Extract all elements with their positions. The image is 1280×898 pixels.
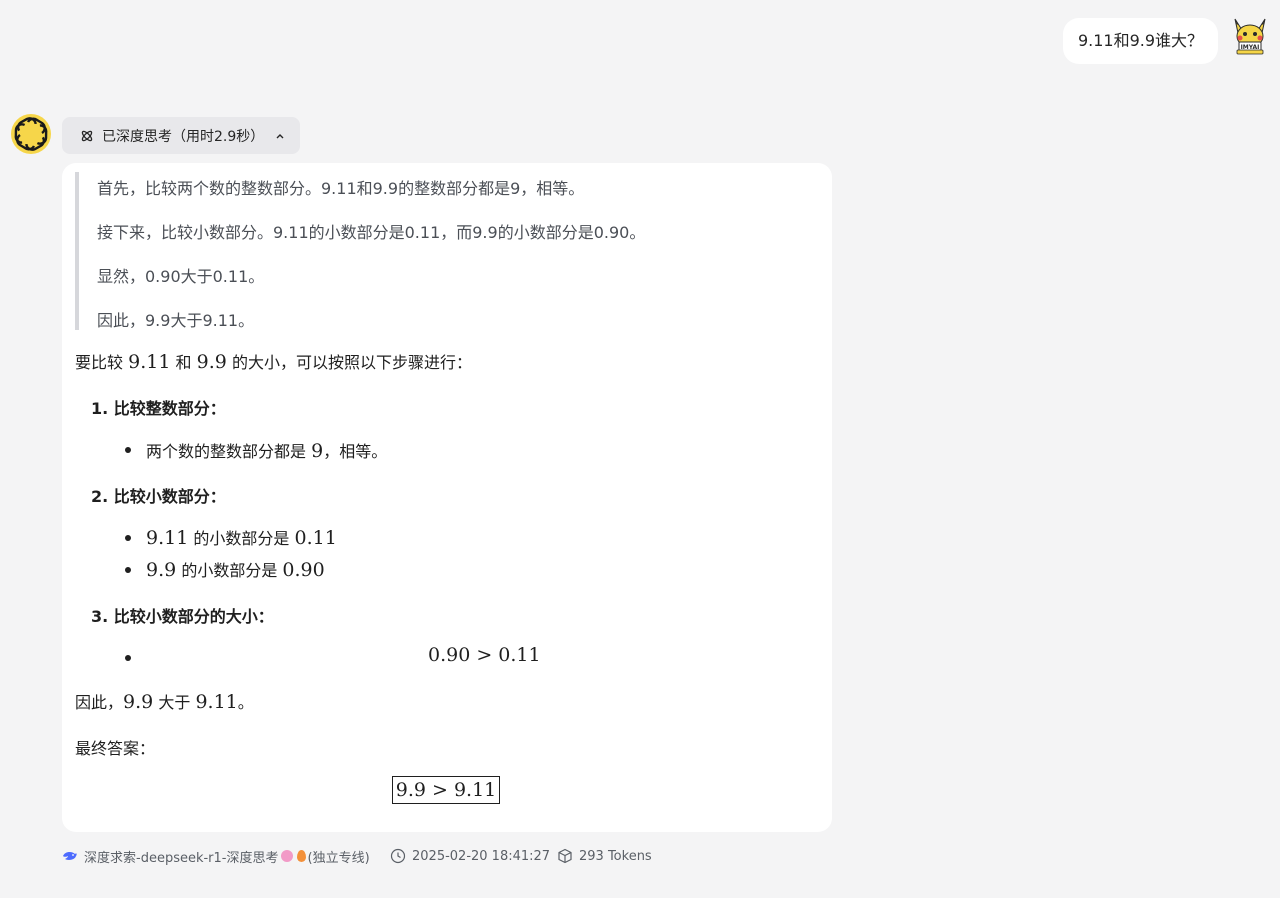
answer-intro: 要比较 9.11 和 9.9 的大小，可以按照以下步骤进行：	[75, 349, 472, 373]
math-number: 9	[311, 440, 324, 462]
bullet-text: 的小数部分是	[193, 529, 290, 548]
avatar-label: IMYAI	[1241, 44, 1260, 51]
final-answer-box: 9.9 > 9.11	[392, 776, 500, 804]
chevron-up-icon	[276, 133, 284, 138]
timestamp-info: 2025-02-20 18:41:27	[390, 846, 550, 866]
step3-formula: 0.90 > 0.11	[428, 644, 541, 666]
step2-bullet-2: 9.9 的小数部分是 0.90	[146, 557, 325, 581]
step2-title: 2. 比较小数部分：	[91, 487, 226, 506]
deepseek-whale-icon	[63, 851, 77, 860]
math-number: 0.11	[294, 527, 337, 549]
step2-bullet-1: 9.11 的小数部分是 0.11	[146, 525, 337, 549]
math-number: 9.11	[128, 351, 171, 373]
user-message-text: 9.11和9.9谁大？	[1077, 31, 1204, 50]
final-answer-label: 最终答案：	[75, 739, 156, 758]
conclusion: 因此，9.9 大于 9.11。	[75, 689, 254, 713]
model-suffix: (独立专线)	[307, 850, 370, 866]
user-message-bubble: 9.11和9.9谁大？	[1063, 18, 1218, 64]
model-name: 深度求索-deepseek-r1-深度思考	[84, 850, 279, 866]
bullet-dot	[125, 535, 131, 541]
fire-emoji-icon	[296, 850, 306, 862]
openai-logo-icon	[11, 114, 51, 154]
intro-text: 和	[175, 353, 192, 372]
thinking-line: 首先，比较两个数的整数部分。9.11和9.9的整数部分都是9，相等。	[97, 179, 585, 198]
clock-icon	[390, 848, 406, 864]
intro-text: 的大小，可以按照以下步骤进行：	[231, 353, 472, 372]
step3-title: 3. 比较小数部分的大小：	[91, 607, 274, 626]
conclusion-text: 。	[237, 693, 254, 712]
conclusion-text: 大于	[158, 693, 191, 712]
bullet-dot	[125, 447, 131, 453]
step1-title: 1. 比较整数部分：	[91, 399, 226, 418]
thinking-line: 因此，9.9大于9.11。	[97, 311, 255, 330]
user-avatar[interactable]: IMYAI	[1230, 16, 1270, 56]
math-number: 9.9	[196, 351, 227, 373]
thinking-quote-bar	[75, 172, 79, 330]
conclusion-text: 因此，	[75, 693, 124, 712]
pikachu-avatar-icon: IMYAI	[1234, 18, 1266, 55]
brain-emoji-icon	[280, 850, 293, 862]
assistant-avatar	[10, 113, 52, 155]
math-number: 9.9	[123, 691, 154, 713]
math-number: 9.11	[146, 527, 189, 549]
step1-bullet: 两个数的整数部分都是 9，相等。	[146, 438, 387, 462]
bullet-text: 的小数部分是	[181, 561, 278, 580]
thinking-line: 显然，0.90大于0.11。	[97, 267, 265, 286]
bullet-dot	[125, 567, 131, 573]
timestamp: 2025-02-20 18:41:27	[412, 848, 551, 864]
thinking-toggle-button[interactable]: 已深度思考（用时2.9秒）	[62, 117, 300, 154]
math-number: 9.11	[195, 691, 238, 713]
math-number: 0.90	[282, 559, 325, 581]
atom-icon	[81, 130, 93, 141]
intro-text: 要比较	[75, 353, 124, 372]
thinking-label: 已深度思考（用时2.9秒）	[102, 128, 265, 145]
model-info: 深度求索-deepseek-r1-深度思考 (独立专线)	[62, 846, 370, 866]
token-count: 293 Tokens	[579, 848, 652, 864]
bullet-dot	[125, 655, 131, 661]
cube-icon	[558, 848, 572, 864]
token-info: 293 Tokens	[557, 846, 652, 866]
math-number: 9.9	[146, 559, 177, 581]
thinking-line: 接下来，比较小数部分。9.11的小数部分是0.11，而9.9的小数部分是0.90…	[97, 223, 646, 242]
bullet-text: ，相等。	[323, 442, 388, 461]
bullet-text: 两个数的整数部分都是	[146, 442, 307, 461]
